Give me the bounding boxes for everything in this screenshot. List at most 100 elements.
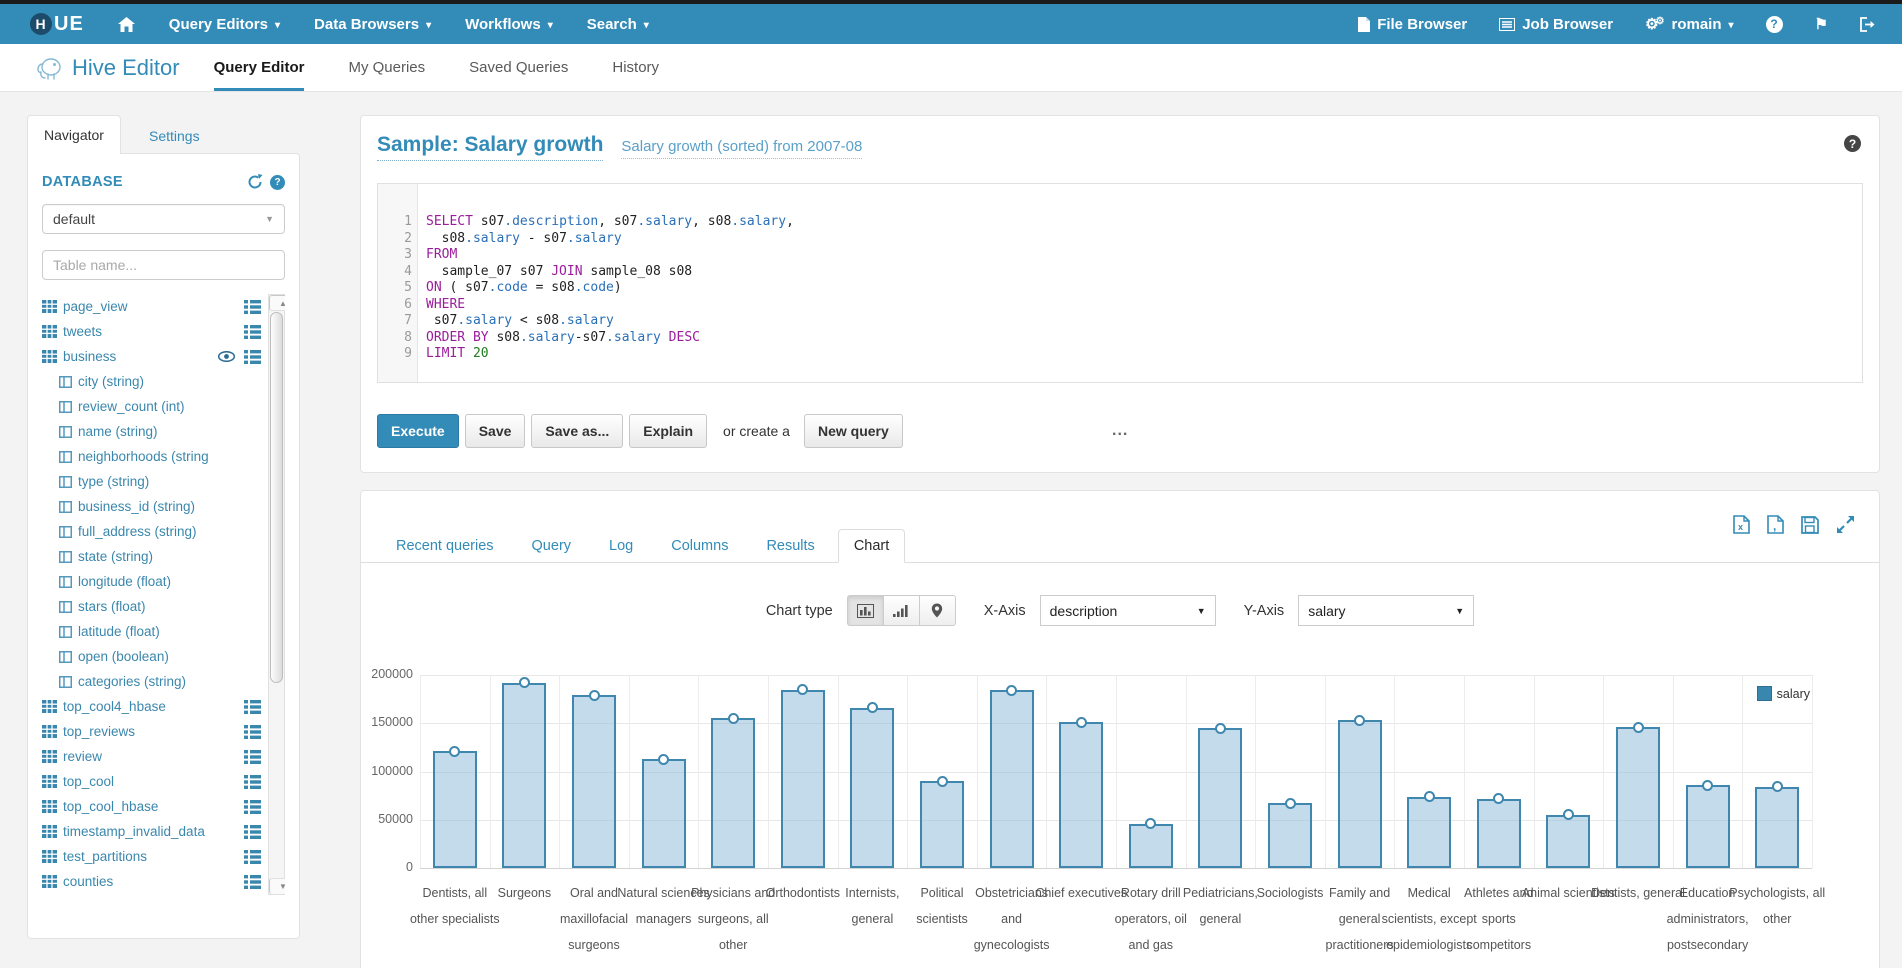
tab-recent-queries[interactable]: Recent queries: [381, 530, 509, 562]
app-brand[interactable]: Hive Editor: [36, 55, 180, 81]
save-button[interactable]: Save: [465, 414, 526, 448]
chart-bar[interactable]: [1755, 787, 1799, 868]
table-item[interactable]: top_cool_hbase: [42, 794, 285, 819]
browse-data-button[interactable]: [244, 825, 261, 839]
help-button[interactable]: ?: [1766, 16, 1783, 33]
preview-eye-button[interactable]: [218, 351, 235, 362]
table-item[interactable]: test_partitions: [42, 844, 285, 869]
y-axis-select[interactable]: salary ▼: [1298, 595, 1474, 626]
chart-bar[interactable]: [572, 695, 616, 868]
column-item[interactable]: stars (float): [42, 594, 285, 619]
table-item[interactable]: business: [42, 344, 285, 369]
chart-bar[interactable]: [1616, 727, 1660, 868]
chart-type-bars-button[interactable]: [847, 595, 884, 626]
browse-data-button[interactable]: [244, 700, 261, 714]
chart-bar[interactable]: [990, 690, 1034, 868]
file-browser-button[interactable]: File Browser: [1358, 16, 1467, 33]
tab-results[interactable]: Results: [751, 530, 829, 562]
sql-editor[interactable]: 123456789 SELECT s07.description, s07.sa…: [377, 183, 1863, 383]
chart-bar[interactable]: [1129, 824, 1173, 868]
tab-my-queries[interactable]: My Queries: [348, 44, 425, 91]
expand-results-icon[interactable]: [1836, 515, 1855, 534]
browse-data-button[interactable]: [244, 725, 261, 739]
menu-search[interactable]: Search▾: [587, 16, 649, 33]
browse-data-button[interactable]: [244, 800, 261, 814]
query-title[interactable]: Sample: Salary growth: [377, 133, 603, 161]
download-csv-icon[interactable]: ,: [1767, 515, 1784, 534]
scrollbar-thumb[interactable]: [270, 312, 283, 683]
column-item[interactable]: state (string): [42, 544, 285, 569]
sidebar-scrollbar[interactable]: ▲ ▼: [268, 294, 285, 895]
chart-bar[interactable]: [920, 781, 964, 868]
chart-bar[interactable]: [1338, 720, 1382, 868]
chart-bar[interactable]: [1268, 803, 1312, 868]
new-query-button[interactable]: New query: [804, 414, 903, 448]
menu-query-editors[interactable]: Query Editors▾: [169, 16, 280, 33]
hue-logo[interactable]: HUE: [30, 13, 84, 36]
tab-columns[interactable]: Columns: [656, 530, 743, 562]
sign-out-button[interactable]: [1860, 17, 1876, 32]
query-subtitle-link[interactable]: Salary growth (sorted) from 2007-08: [621, 138, 862, 159]
chart-type-sorted-bars-button[interactable]: [883, 595, 920, 626]
column-item[interactable]: business_id (string): [42, 494, 285, 519]
column-item[interactable]: open (boolean): [42, 644, 285, 669]
browse-data-button[interactable]: [244, 750, 261, 764]
column-item[interactable]: city (string): [42, 369, 285, 394]
scroll-up-icon[interactable]: ▲: [269, 295, 285, 311]
database-select[interactable]: default ▼: [42, 204, 285, 234]
menu-workflows[interactable]: Workflows▾: [465, 16, 553, 33]
browse-data-button[interactable]: [244, 875, 261, 889]
table-item[interactable]: tweets: [42, 319, 285, 344]
chart-bar[interactable]: [502, 683, 546, 868]
menu-data-browsers[interactable]: Data Browsers▾: [314, 16, 431, 33]
tab-chart[interactable]: Chart: [838, 529, 905, 563]
chart-bar[interactable]: [433, 751, 477, 868]
column-item[interactable]: longitude (float): [42, 569, 285, 594]
chart-legend[interactable]: salary: [1757, 686, 1810, 701]
save-results-icon[interactable]: [1801, 516, 1819, 534]
home-button[interactable]: [118, 17, 135, 32]
x-axis-select[interactable]: description ▼: [1040, 595, 1216, 626]
column-item[interactable]: latitude (float): [42, 619, 285, 644]
chart-bar[interactable]: [850, 708, 894, 868]
refresh-icon[interactable]: [247, 174, 263, 190]
column-item[interactable]: name (string): [42, 419, 285, 444]
chart-bar[interactable]: [1059, 722, 1103, 868]
table-item[interactable]: counties: [42, 869, 285, 894]
chart-bar[interactable]: [781, 690, 825, 869]
tab-navigator[interactable]: Navigator: [27, 115, 121, 154]
table-item[interactable]: top_reviews: [42, 719, 285, 744]
table-item[interactable]: banks: [42, 894, 285, 895]
more-actions-button[interactable]: ...: [1112, 422, 1128, 440]
execute-button[interactable]: Execute: [377, 414, 459, 448]
column-item[interactable]: type (string): [42, 469, 285, 494]
tab-settings[interactable]: Settings: [149, 128, 200, 144]
table-item[interactable]: review: [42, 744, 285, 769]
chart-type-map-button[interactable]: [919, 595, 956, 626]
browse-data-button[interactable]: [244, 850, 261, 864]
query-help-icon[interactable]: ?: [1844, 135, 1861, 152]
column-item[interactable]: full_address (string): [42, 519, 285, 544]
browse-data-button[interactable]: [244, 775, 261, 789]
tab-log[interactable]: Log: [594, 530, 648, 562]
sql-code[interactable]: SELECT s07.description, s07.salary, s08.…: [418, 184, 794, 382]
tab-saved-queries[interactable]: Saved Queries: [469, 44, 568, 91]
chart-bar[interactable]: [1477, 799, 1521, 869]
save-as-button[interactable]: Save as...: [531, 414, 623, 448]
column-item[interactable]: review_count (int): [42, 394, 285, 419]
user-menu[interactable]: ⚙⚙ romain▾: [1645, 16, 1733, 33]
chart-bar[interactable]: [1407, 797, 1451, 868]
column-item[interactable]: categories (string): [42, 669, 285, 694]
download-xls-icon[interactable]: x: [1733, 515, 1750, 534]
scroll-down-icon[interactable]: ▼: [269, 878, 285, 894]
chart-bar[interactable]: [1686, 785, 1730, 868]
database-help-icon[interactable]: ?: [270, 175, 285, 190]
tab-query-editor[interactable]: Query Editor: [214, 44, 305, 91]
feedback-flag-button[interactable]: ⚑: [1815, 15, 1828, 33]
chart-bar[interactable]: [711, 718, 755, 868]
table-item[interactable]: page_view: [42, 294, 285, 319]
table-item[interactable]: top_cool4_hbase: [42, 694, 285, 719]
browse-data-button[interactable]: [244, 350, 261, 364]
browse-data-button[interactable]: [244, 325, 261, 339]
tab-query[interactable]: Query: [517, 530, 587, 562]
